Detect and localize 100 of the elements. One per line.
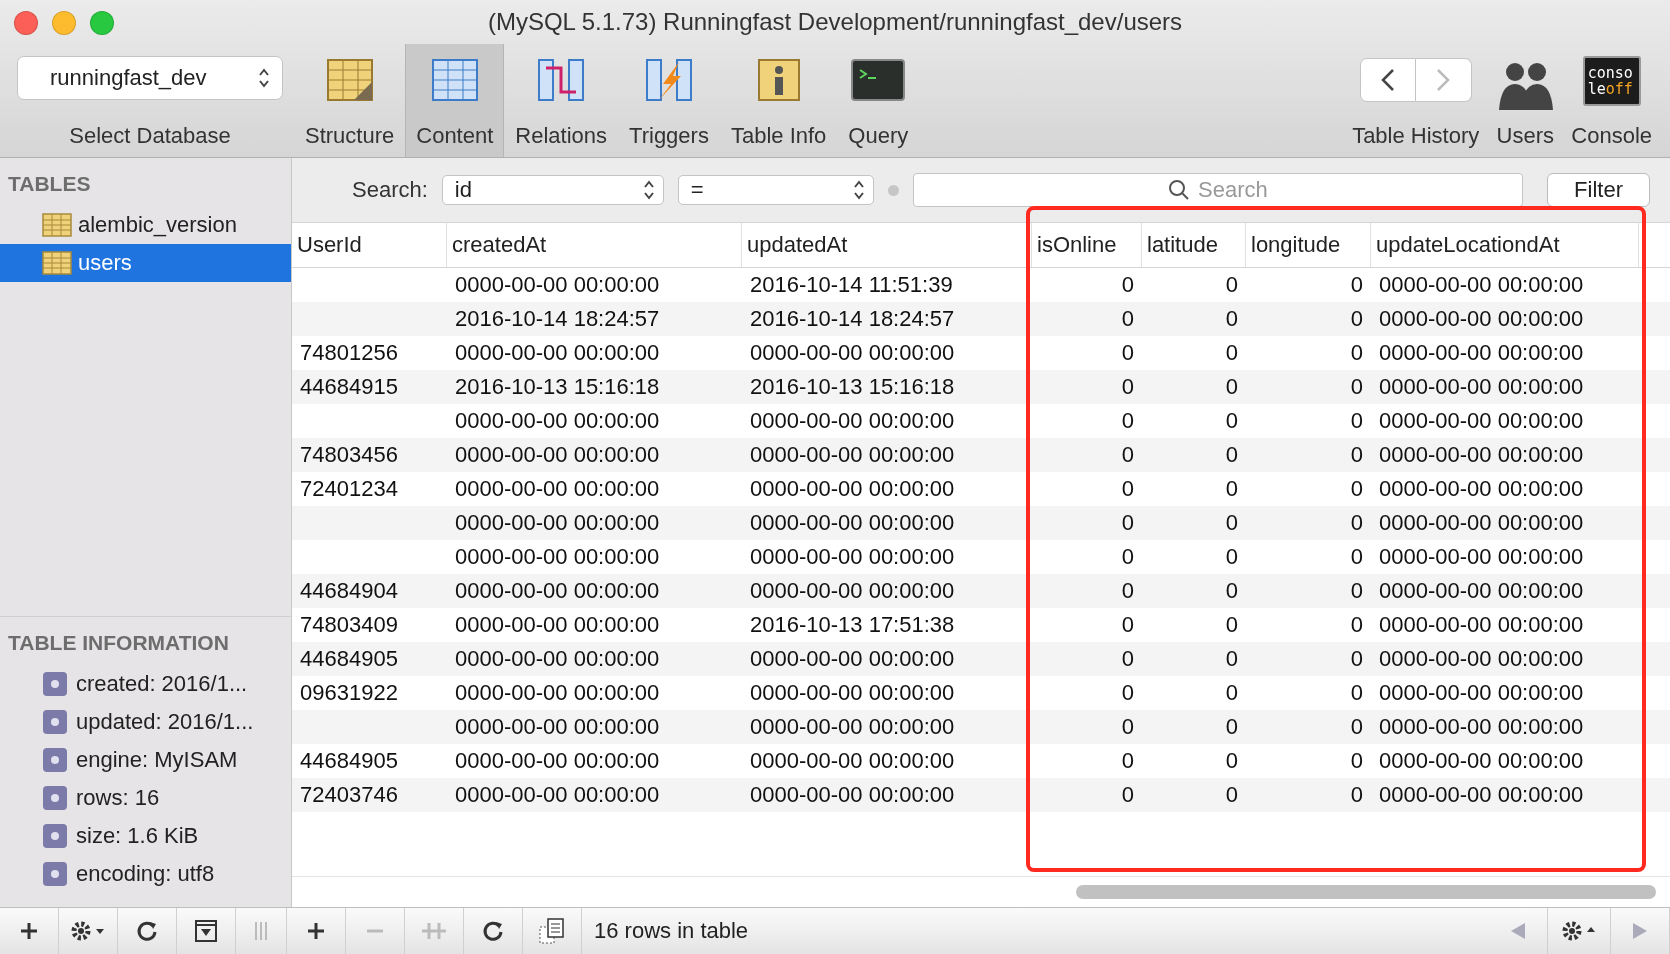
info-text: encoding: utf8 xyxy=(76,861,215,887)
column-header[interactable]: createdAt xyxy=(447,223,742,267)
toolbar-tab[interactable]: Relations xyxy=(504,44,619,157)
column-header[interactable]: isOnline xyxy=(1032,223,1142,267)
toolbar-tab[interactable]: Query xyxy=(837,44,920,157)
chevron-right-icon xyxy=(1436,68,1451,92)
table-cell: 0 xyxy=(1121,442,1134,468)
table-cell: 0000-00-00 00:00:00 xyxy=(1379,748,1584,774)
chevron-left-icon xyxy=(1380,68,1395,92)
section-heading: TABLES xyxy=(7,171,92,197)
info-bullet-icon xyxy=(42,709,68,735)
table-cell: 0000-00-00 00:00:00 xyxy=(1379,680,1584,706)
table-cell: 0000-00-00 00:00:00 xyxy=(1379,578,1584,604)
table-cell: 0000-00-00 00:00:00 xyxy=(455,272,660,298)
info-bullet-icon xyxy=(42,671,68,697)
filter-button[interactable]: Filter xyxy=(1547,173,1650,207)
table-cell: 0000-00-00 00:00:00 xyxy=(750,748,955,774)
back-button[interactable] xyxy=(1359,58,1416,102)
table-cell: 0 xyxy=(1121,272,1134,298)
table-cell: 0000-00-00 00:00:00 xyxy=(1379,476,1584,502)
table-list-item[interactable]: users xyxy=(0,244,291,282)
status-dot-icon xyxy=(887,184,899,196)
table-cell: 72403746 xyxy=(300,782,398,808)
table-cell: 0000-00-00 00:00:00 xyxy=(1379,374,1584,400)
table-list-item[interactable]: alembic_version xyxy=(0,206,291,244)
table-cell: 0000-00-00 00:00:00 xyxy=(1379,272,1584,298)
table-cell: 0000-00-00 00:00:00 xyxy=(1379,544,1584,570)
table-cell: 0000-00-00 00:00:00 xyxy=(750,782,955,808)
table-cell: 0000-00-00 00:00:00 xyxy=(750,680,955,706)
table-cell: 0000-00-00 00:00:00 xyxy=(1379,340,1584,366)
table-cell: 44684905 xyxy=(300,748,398,774)
table-cell: 0 xyxy=(1121,646,1134,672)
database-select[interactable]: runningfast_dev xyxy=(17,56,283,100)
toolbar-tab[interactable]: Table Info xyxy=(719,44,838,157)
stepper-icon xyxy=(642,179,655,201)
table-cell: 0000-00-00 00:00:00 xyxy=(1379,646,1584,672)
table-cell: 0 xyxy=(1350,680,1363,706)
table-cell: 0 xyxy=(1225,612,1238,638)
table-cell: 0000-00-00 00:00:00 xyxy=(1379,408,1584,434)
table-cell: 0 xyxy=(1350,272,1363,298)
table-cell: 44684915 xyxy=(300,374,398,400)
table-cell: 0 xyxy=(1350,544,1363,570)
table-cell: 2016-10-13 15:16:18 xyxy=(455,374,660,400)
table-cell: 0 xyxy=(1350,476,1363,502)
column-header[interactable]: updatedAt xyxy=(742,223,1032,267)
zoom-button[interactable] xyxy=(90,11,114,35)
table-cell: 0 xyxy=(1350,646,1363,672)
row-count-text: 16 rows in table xyxy=(594,918,749,944)
toolbar-tab[interactable]: Triggers xyxy=(618,44,720,157)
table-cell: 0 xyxy=(1121,408,1134,434)
info-text: size: 1.6 KiB xyxy=(76,823,199,849)
table-cell: 0 xyxy=(1225,442,1238,468)
table-cell: 0000-00-00 00:00:00 xyxy=(455,408,660,434)
table-cell: 0000-00-00 00:00:00 xyxy=(750,340,955,366)
info-bullet-icon xyxy=(42,785,68,811)
stepper-icon xyxy=(852,179,865,201)
table-cell: 0 xyxy=(1121,476,1134,502)
table-cell: 74803409 xyxy=(300,612,398,638)
scrollbar[interactable] xyxy=(1076,885,1656,899)
table-cell: 0 xyxy=(1350,442,1363,468)
column-header[interactable]: UserId xyxy=(292,223,447,267)
column-header[interactable]: latitude xyxy=(1142,223,1246,267)
field-select[interactable]: id xyxy=(441,175,664,205)
table-cell: 0000-00-00 00:00:00 xyxy=(750,646,955,672)
stepper-icon xyxy=(258,67,270,89)
minimize-button[interactable] xyxy=(52,11,76,35)
toolbar-label: Console xyxy=(1571,123,1652,149)
table-cell: 0 xyxy=(1225,578,1238,604)
info-bullet-icon xyxy=(42,823,68,849)
column-header[interactable]: updateLocationdAt xyxy=(1371,223,1639,267)
table-cell: 0000-00-00 00:00:00 xyxy=(455,510,660,536)
search-icon xyxy=(1168,179,1191,201)
table-cell: 0 xyxy=(1350,748,1363,774)
table-cell: 2016-10-13 15:16:18 xyxy=(750,374,955,400)
toolbar-tab[interactable]: Content xyxy=(405,44,505,157)
window-title: (MySQL 5.1.73) Runningfast Development/runningfast_dev/users xyxy=(487,8,1183,36)
operator-select[interactable]: = xyxy=(677,175,874,205)
table-cell: 0 xyxy=(1121,782,1134,808)
table-cell: 0000-00-00 00:00:00 xyxy=(750,408,955,434)
toolbar-tab[interactable]: Structure xyxy=(294,44,406,157)
close-button[interactable] xyxy=(14,11,38,35)
table-cell: 0000-00-00 00:00:00 xyxy=(750,544,955,570)
table-cell: 0 xyxy=(1225,714,1238,740)
table-cell: 74801256 xyxy=(300,340,398,366)
info-bullet-icon xyxy=(42,747,68,773)
column-header[interactable]: longitude xyxy=(1246,223,1371,267)
table-cell: 0 xyxy=(1350,714,1363,740)
database-label: Select Database xyxy=(69,123,231,149)
table-cell: 0 xyxy=(1350,340,1363,366)
lightning-columns-icon xyxy=(643,56,695,104)
table-cell: 0 xyxy=(1225,680,1238,706)
table-cell: 0 xyxy=(1225,782,1238,808)
table-cell: 0 xyxy=(1121,340,1134,366)
table-cell: 0000-00-00 00:00:00 xyxy=(455,578,660,604)
table-cell: 0 xyxy=(1225,544,1238,570)
table-cell: 0000-00-00 00:00:00 xyxy=(750,578,955,604)
table-cell: 0 xyxy=(1225,408,1238,434)
info-text: engine: MyISAM xyxy=(76,747,238,773)
table-cell: 0 xyxy=(1350,408,1363,434)
info-text: rows: 16 xyxy=(76,785,160,811)
